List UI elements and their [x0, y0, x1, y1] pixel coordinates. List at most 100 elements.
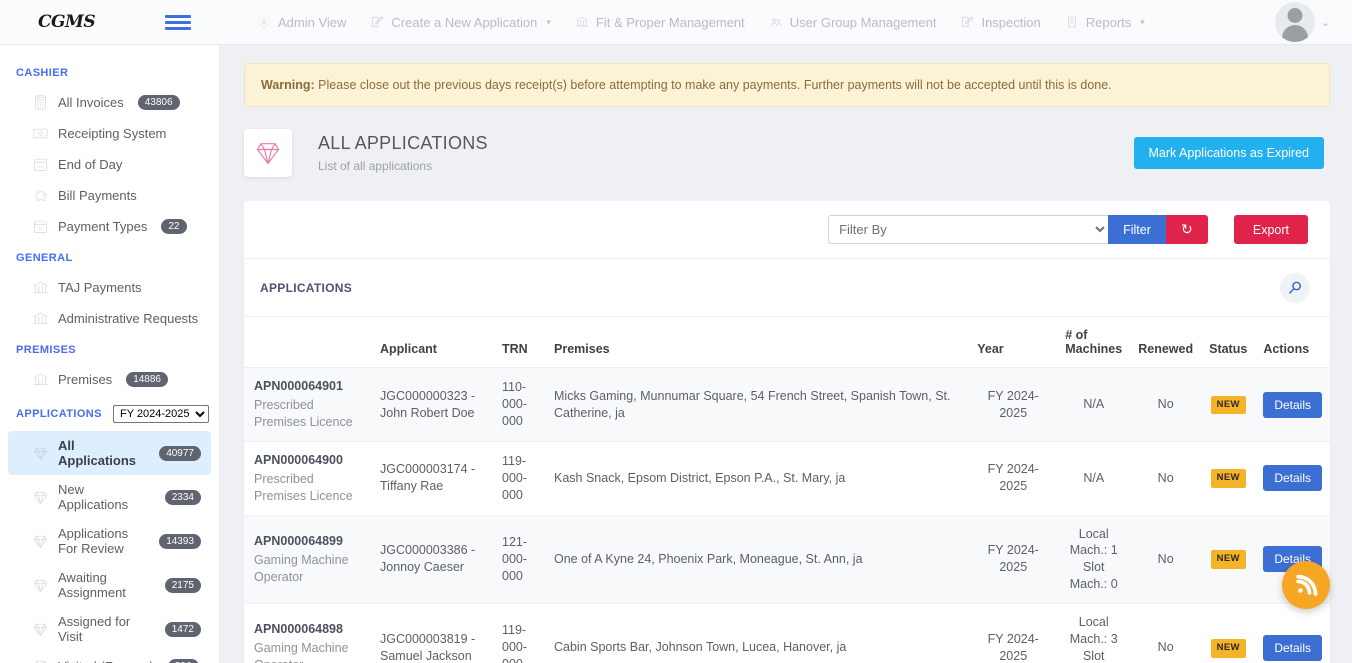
status-badge: NEW [1210, 469, 1246, 489]
filter-by-select[interactable]: Filter By [828, 215, 1109, 245]
table-row[interactable]: APN000064899 Gaming Machine Operator JGC00… [244, 515, 1330, 604]
sidebar-item-premises[interactable]: Premises 14886 [8, 364, 211, 395]
nav-item-fit-proper-management[interactable]: Fit & Proper Management [563, 0, 757, 45]
clipboard-icon [1065, 15, 1079, 29]
table-head: Applicant TRN Premises Year # of Machine… [244, 317, 1330, 369]
fiscal-year-select[interactable]: FY 2024-2025FY 2023-2024FY 2022-2023 [113, 405, 209, 423]
calculator-icon [32, 94, 49, 111]
calendar-icon: 15 [32, 156, 49, 173]
sidebar-item-label: Payment Types [58, 219, 148, 234]
card-header: APPLICATIONS [244, 259, 1330, 318]
sidebar-item-label: Receipting System [58, 126, 167, 141]
filter-toolbar: Filter By Filter ↻ Export [244, 201, 1330, 260]
page-body: CASHIER All Invoices 43806 Receipting Syste… [0, 45, 1352, 663]
diamond-icon [32, 445, 49, 462]
sidebar-item-bill-payments[interactable]: Bill Payments [8, 180, 211, 211]
sidebar-item-badge: 1472 [164, 621, 201, 637]
refresh-icon[interactable]: ↻ [1165, 215, 1208, 245]
sidebar-item-label: Awaiting Assignment [58, 570, 126, 600]
sidebar-item-label: Bill Payments [58, 188, 137, 203]
cell-year: FY 2024-2025 [969, 603, 1058, 663]
cell-status: NEW [1201, 603, 1256, 663]
sidebar-section-premises: PREMISES [0, 334, 219, 364]
nav-item-inspection[interactable]: Inspection [948, 0, 1052, 45]
cell-machines: Local Mach.: 1 Slot Mach.: 0 [1057, 515, 1131, 604]
col-header-premises: Premises [546, 317, 970, 369]
sidebar-item-badge: 14393 [159, 533, 201, 549]
status-badge: NEW [1210, 395, 1246, 415]
sidebar-item-awaiting-assignment[interactable]: Awaiting Assignment 2175 [8, 563, 211, 607]
details-button[interactable]: Details [1263, 391, 1322, 418]
sidebar-section-label: APPLICATIONS [16, 408, 102, 420]
sidebar-section-applications: APPLICATIONS FY 2024-2025FY 2023-2024FY 2… [0, 395, 219, 431]
cell-status: NEW [1201, 441, 1256, 516]
svg-text:15: 15 [38, 226, 44, 232]
sidebar-item-applications-for-review[interactable]: Applications For Review 14393 [8, 519, 211, 563]
sidebar-item-badge: 2175 [164, 577, 201, 593]
chevron-down-icon[interactable]: ▾ [1140, 17, 1145, 28]
cell-applicant: JGC000003386 - Jonnoy Caeser [372, 515, 494, 604]
chevron-down-icon[interactable]: ⌄ [1321, 16, 1330, 29]
sidebar-item-label: All Invoices [58, 95, 124, 110]
nav-item-admin-view[interactable]: Admin View [245, 0, 358, 45]
search-icon[interactable] [1280, 273, 1310, 304]
application-type: Prescribed Premises Licence [254, 471, 353, 503]
sidebar-item-all-invoices[interactable]: All Invoices 43806 [8, 87, 211, 118]
col-header-year: Year [969, 317, 1058, 369]
nav-item-create-a-new-application[interactable]: Create a New Application ▾ [358, 0, 563, 45]
cell-actions: Details [1255, 441, 1330, 516]
status-badge: NEW [1210, 550, 1246, 570]
sidebar-item-receipting-system[interactable]: Receipting System [8, 118, 211, 149]
page-subtitle: List of all applications [318, 159, 433, 174]
rss-icon[interactable] [1282, 561, 1330, 609]
cell-renewed: No [1130, 515, 1202, 604]
table-row[interactable]: APN000064900 Prescribed Premises Licence J… [244, 441, 1330, 516]
sidebar-section-cashier: CASHIER [0, 57, 219, 87]
cell-trn: 110-000-000 [494, 367, 546, 442]
sidebar-item-assigned-for-visit[interactable]: Assigned for Visit 1472 [8, 607, 211, 651]
sidebar-item-administrative-requests[interactable]: Administrative Requests [8, 303, 211, 334]
chevron-down-icon[interactable]: ▾ [546, 17, 551, 28]
sidebar-item-visited-recom[interactable]: Visited (Recom.) 596 [8, 651, 211, 663]
sidebar-item-new-applications[interactable]: New Applications 2334 [8, 475, 211, 519]
app-logo[interactable]: CGMS [0, 12, 115, 32]
sidebar-item-label: Applications For Review [58, 526, 129, 556]
bank-icon [32, 279, 49, 296]
mark-applications-expired-button[interactable]: Mark Applications as Expired [1133, 137, 1324, 170]
nav-item-reports[interactable]: Reports ▾ [1053, 0, 1157, 45]
details-button[interactable]: Details [1263, 634, 1322, 661]
filter-button[interactable]: Filter [1108, 215, 1166, 245]
sidebar-item-all-applications[interactable]: All Applications 40977 [8, 431, 211, 475]
details-button[interactable]: Details [1263, 465, 1322, 492]
cell-renewed: No [1130, 367, 1202, 442]
table-row[interactable]: APN000064898 Gaming Machine Operator JGC00… [244, 603, 1330, 663]
top-right-area: ⌄ [1274, 2, 1352, 42]
cell-apn: APN000064899 Gaming Machine Operator [244, 515, 372, 604]
col-header-status: Status [1201, 317, 1256, 369]
sidebar-section-label: PREMISES [16, 344, 77, 356]
sidebar-item-end-of-day[interactable]: 15 End of Day [8, 149, 211, 180]
sidebar-item-badge: 2334 [164, 489, 201, 505]
cell-trn: 119-000-000 [494, 603, 546, 663]
sidebar-item-badge: 14886 [126, 372, 168, 387]
col-header-trn: TRN [494, 317, 546, 369]
diamond-icon [32, 577, 49, 594]
cell-renewed: No [1130, 441, 1202, 516]
cell-trn: 121-000-000 [494, 515, 546, 604]
nav-item-user-group-management[interactable]: User Group Management [757, 0, 949, 45]
export-button[interactable]: Export [1233, 215, 1308, 245]
applications-table: Applicant TRN Premises Year # of Machine… [244, 317, 1330, 663]
sidebar-item-payment-types[interactable]: 15 Payment Types 22 [8, 211, 211, 242]
cell-actions: Details [1255, 367, 1330, 442]
hamburger-menu-icon[interactable] [165, 14, 191, 30]
table-header-row: Applicant TRN Premises Year # of Machine… [244, 317, 1330, 369]
nav-item-label: Inspection [981, 14, 1041, 30]
apn-number: APN000064898 [254, 622, 343, 637]
cell-machines: N/A [1057, 441, 1131, 516]
sidebar-item-label: End of Day [58, 157, 123, 172]
table-row[interactable]: APN000064901 Prescribed Premises Licence J… [244, 367, 1330, 442]
avatar[interactable] [1274, 2, 1315, 42]
cell-premises: Cabin Sports Bar, Johnson Town, Lucea, H… [546, 603, 970, 663]
sidebar-item-taj-payments[interactable]: TAJ Payments [8, 272, 211, 303]
sidebar-item-label: New Applications [58, 482, 129, 512]
